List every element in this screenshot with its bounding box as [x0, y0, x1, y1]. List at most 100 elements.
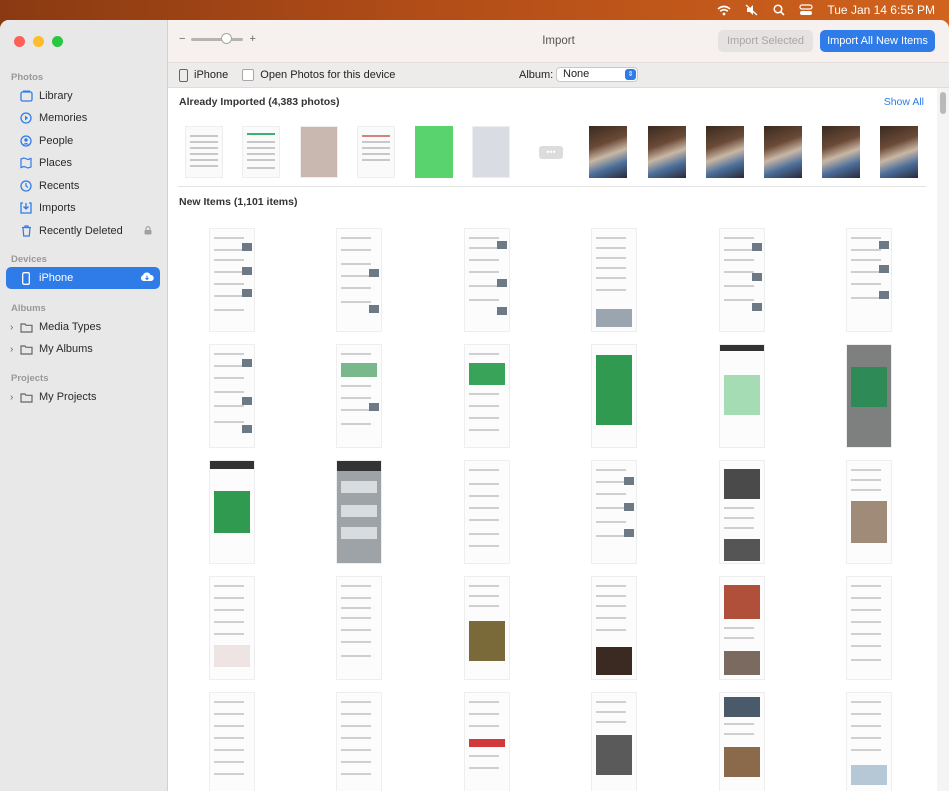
- imported-thumbnail[interactable]: [242, 126, 280, 178]
- new-item-thumbnail[interactable]: [719, 344, 765, 448]
- toolbar: − + Import Import Selected Import All Ne…: [168, 20, 949, 63]
- sidebar-item-label: Memories: [39, 112, 88, 124]
- imported-thumbnail[interactable]: [300, 126, 338, 178]
- new-item-thumbnail[interactable]: [336, 576, 382, 680]
- imported-thumbnail[interactable]: [648, 126, 686, 178]
- new-item-thumbnail[interactable]: [846, 460, 892, 564]
- already-imported-strip: •••: [168, 126, 937, 178]
- show-all-link[interactable]: Show All: [884, 96, 924, 108]
- new-item-thumbnail[interactable]: [591, 460, 637, 564]
- iphone-icon: [19, 271, 33, 285]
- new-item-thumbnail[interactable]: [719, 228, 765, 332]
- new-item-thumbnail[interactable]: [336, 460, 382, 564]
- device-name: iPhone: [194, 69, 229, 81]
- divider: [178, 186, 926, 187]
- icloud-icon: [140, 271, 154, 285]
- device-bar: iPhone Open Photos for this device Album…: [168, 63, 949, 88]
- new-item-thumbnail[interactable]: [209, 460, 255, 564]
- new-item-thumbnail[interactable]: [464, 228, 510, 332]
- window-controls: [14, 36, 63, 47]
- control-center-icon[interactable]: [799, 4, 813, 16]
- new-item-thumbnail[interactable]: [464, 344, 510, 448]
- zoom-button[interactable]: [52, 36, 63, 47]
- scrollbar-thumb[interactable]: [940, 92, 946, 114]
- open-photos-checkbox[interactable]: [242, 69, 255, 81]
- imported-thumbnail[interactable]: [415, 126, 453, 178]
- folder-icon: [19, 320, 33, 334]
- sidebar-item-library[interactable]: Library: [6, 85, 160, 107]
- new-item-thumbnail[interactable]: [719, 460, 765, 564]
- sidebar-item-media-types[interactable]: › Media Types: [6, 316, 160, 338]
- places-icon: [19, 156, 33, 170]
- album-select[interactable]: None ⇕: [556, 67, 638, 82]
- menu-bar: Tue Jan 14 6:55 PM: [0, 0, 949, 20]
- imported-thumbnail[interactable]: [880, 126, 918, 178]
- new-item-thumbnail[interactable]: [209, 576, 255, 680]
- new-item-thumbnail[interactable]: [464, 460, 510, 564]
- memories-icon: [19, 111, 33, 125]
- sidebar-item-people[interactable]: People: [6, 130, 160, 152]
- new-item-thumbnail[interactable]: [209, 228, 255, 332]
- new-item-thumbnail[interactable]: [209, 344, 255, 448]
- new-item-thumbnail[interactable]: [464, 576, 510, 680]
- open-photos-label[interactable]: Open Photos for this device: [260, 69, 395, 81]
- more-icon[interactable]: •••: [539, 146, 563, 159]
- new-item-thumbnail[interactable]: [336, 692, 382, 791]
- section-albums: Albums: [11, 303, 46, 314]
- imported-thumbnail[interactable]: [472, 126, 510, 178]
- chevron-updown-icon: ⇕: [625, 69, 636, 80]
- new-item-thumbnail[interactable]: [846, 576, 892, 680]
- sidebar-item-my-albums[interactable]: › My Albums: [6, 338, 160, 360]
- new-item-thumbnail[interactable]: [591, 692, 637, 791]
- chevron-right-icon[interactable]: ›: [10, 322, 13, 333]
- import-all-button[interactable]: Import All New Items: [820, 30, 935, 52]
- imported-thumbnail[interactable]: [185, 126, 223, 178]
- sidebar-item-recents[interactable]: Recents: [6, 175, 160, 197]
- minimize-button[interactable]: [33, 36, 44, 47]
- new-item-thumbnail[interactable]: [591, 576, 637, 680]
- sidebar-item-label: People: [39, 135, 74, 147]
- new-items-heading: New Items (1,101 items): [179, 196, 298, 208]
- section-projects: Projects: [11, 373, 49, 384]
- new-item-thumbnail[interactable]: [846, 692, 892, 791]
- chevron-right-icon[interactable]: ›: [10, 344, 13, 355]
- new-item-thumbnail[interactable]: [336, 344, 382, 448]
- imported-thumbnail[interactable]: [822, 126, 860, 178]
- mute-icon[interactable]: [745, 4, 759, 16]
- sidebar-item-label: Recently Deleted: [39, 225, 123, 237]
- chevron-right-icon[interactable]: ›: [10, 392, 13, 403]
- sidebar-item-recently-deleted[interactable]: Recently Deleted: [6, 220, 160, 242]
- new-item-thumbnail[interactable]: [591, 228, 637, 332]
- imported-thumbnail[interactable]: [764, 126, 802, 178]
- search-icon[interactable]: [773, 4, 785, 16]
- sidebar-item-iphone[interactable]: iPhone: [6, 267, 160, 289]
- album-select-value: None: [563, 68, 590, 80]
- folder-icon: [19, 390, 33, 404]
- new-item-thumbnail[interactable]: [209, 692, 255, 791]
- sidebar-item-imports[interactable]: Imports: [6, 197, 160, 219]
- new-item-thumbnail[interactable]: [464, 692, 510, 791]
- clock[interactable]: Tue Jan 14 6:55 PM: [827, 3, 935, 17]
- sidebar-item-places[interactable]: Places: [6, 152, 160, 174]
- new-item-thumbnail[interactable]: [719, 576, 765, 680]
- new-item-thumbnail[interactable]: [846, 228, 892, 332]
- new-item-thumbnail[interactable]: [336, 228, 382, 332]
- sidebar-item-memories[interactable]: Memories: [6, 107, 160, 129]
- sidebar-item-label: iPhone: [39, 272, 74, 284]
- sidebar-item-label: Recents: [39, 180, 80, 192]
- lock-icon: [144, 225, 152, 237]
- imported-thumbnail[interactable]: [589, 126, 627, 178]
- wifi-icon[interactable]: [717, 5, 731, 16]
- scrollbar[interactable]: [937, 88, 949, 791]
- trash-icon: [19, 224, 33, 238]
- imported-thumbnail[interactable]: [706, 126, 744, 178]
- new-item-thumbnail[interactable]: [591, 344, 637, 448]
- sidebar-item-my-projects[interactable]: › My Projects: [6, 386, 160, 408]
- people-icon: [19, 134, 33, 148]
- sidebar-item-label: Places: [39, 157, 73, 169]
- import-selected-button[interactable]: Import Selected: [718, 30, 813, 52]
- new-item-thumbnail[interactable]: [846, 344, 892, 448]
- imported-thumbnail[interactable]: [357, 126, 395, 178]
- new-item-thumbnail[interactable]: [719, 692, 765, 791]
- close-button[interactable]: [14, 36, 25, 47]
